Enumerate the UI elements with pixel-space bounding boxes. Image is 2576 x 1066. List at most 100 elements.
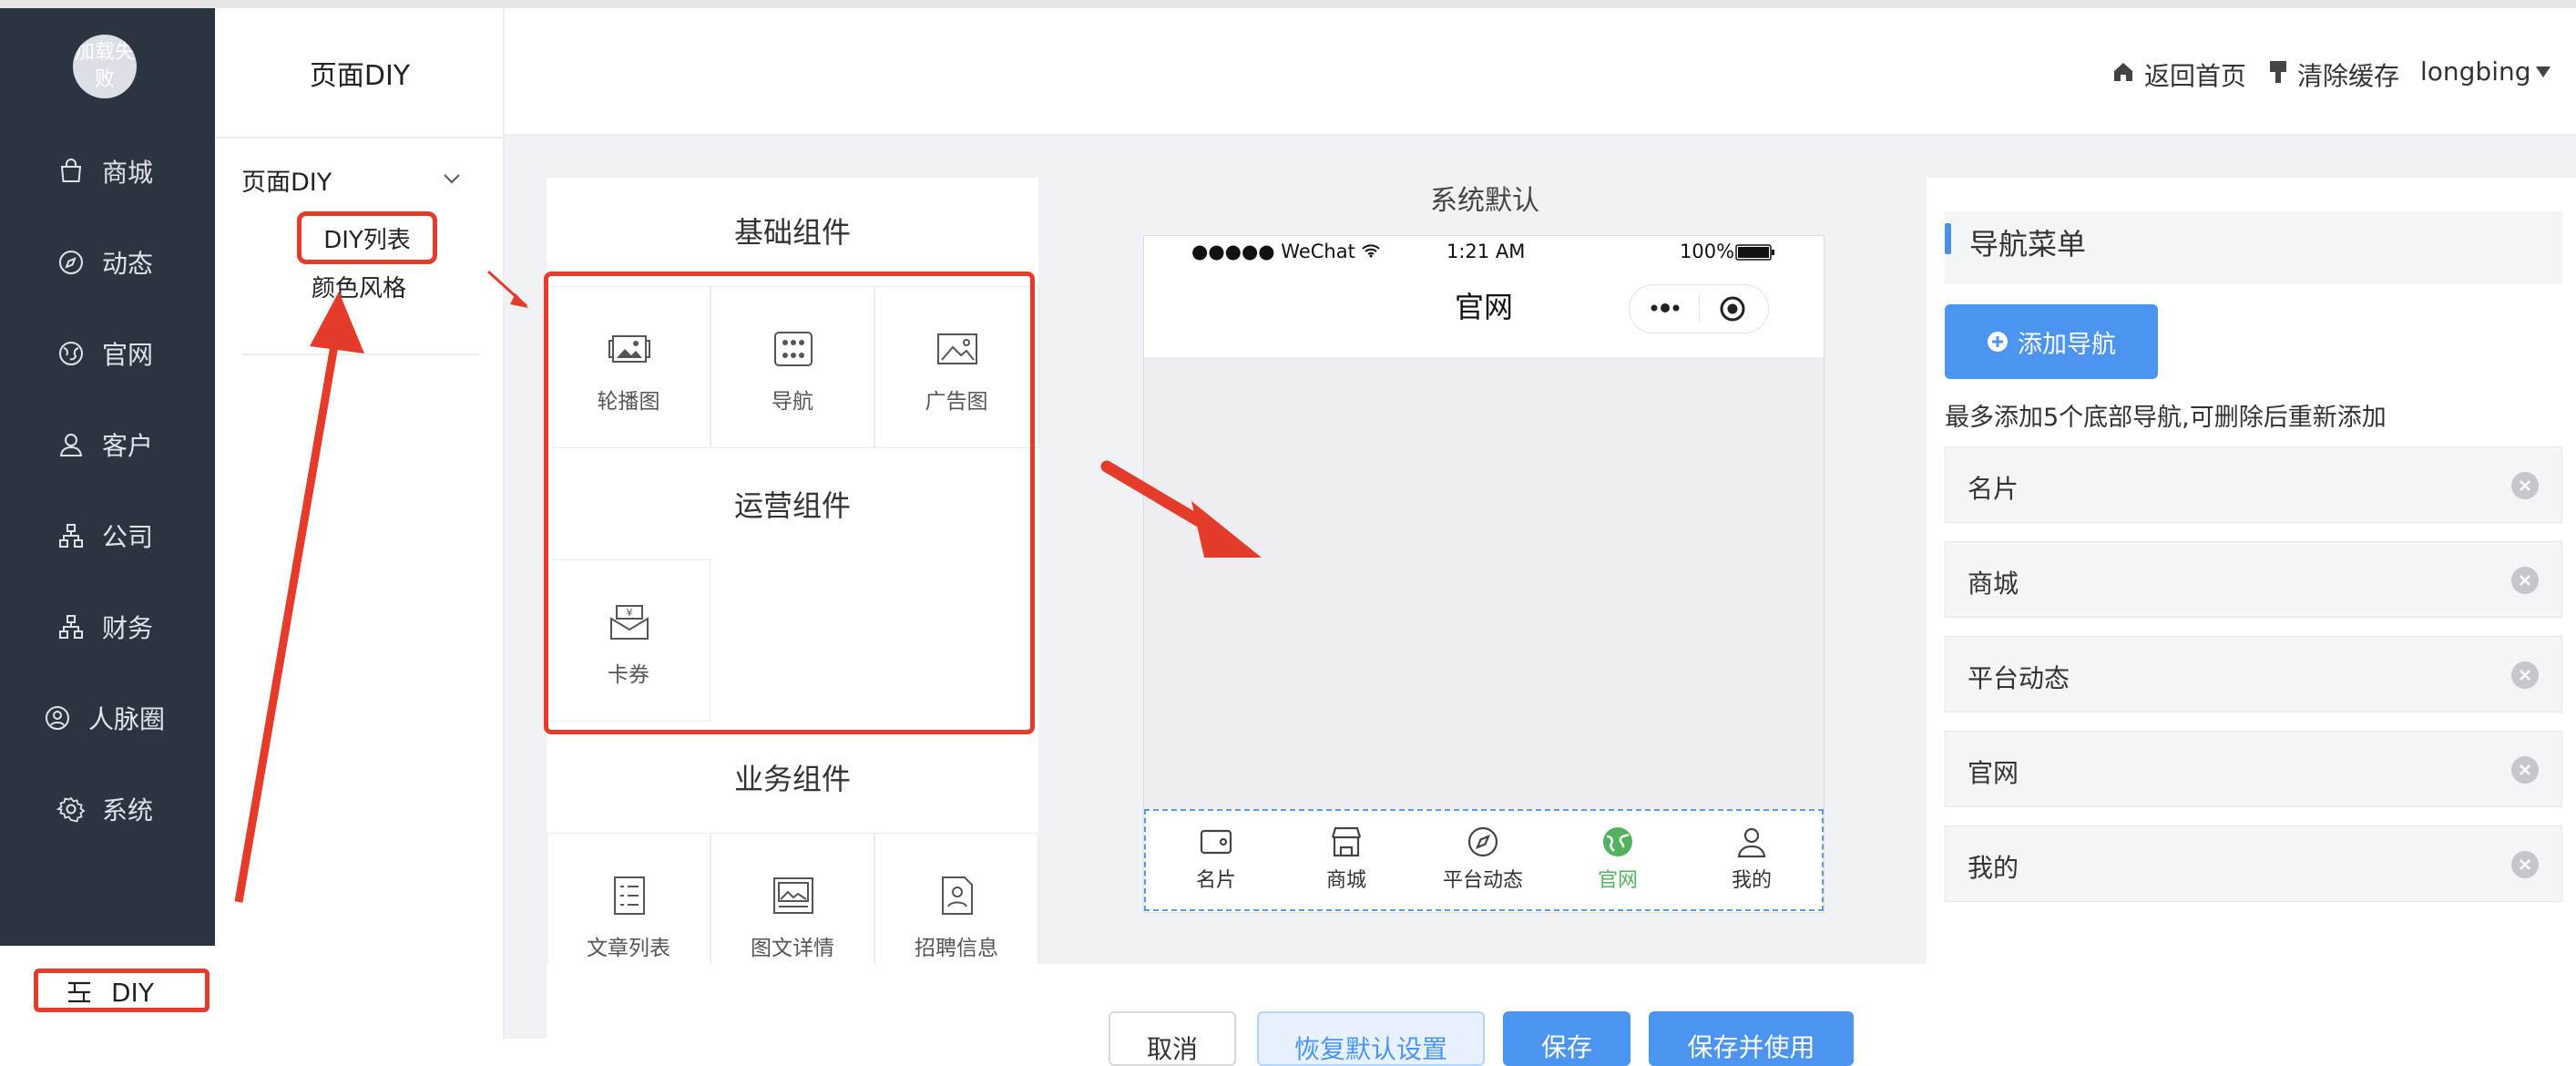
annotation-highlight-box (544, 272, 1035, 734)
card-icon (1200, 829, 1232, 855)
sidebar-item-network[interactable]: 人脉圈 (0, 691, 215, 745)
cancel-button[interactable]: 取消 (1109, 1011, 1236, 1066)
preview-canvas[interactable] (1144, 357, 1824, 809)
nav-item-label: 商城 (1968, 569, 2019, 599)
shopping-bag-icon (60, 159, 82, 182)
back-home-link[interactable]: 返回首页 (2144, 56, 2246, 93)
save-and-use-button[interactable]: 保存并使用 (1649, 1011, 1854, 1066)
avatar[interactable]: 加载失败 (73, 35, 137, 98)
caret-down-icon[interactable] (2535, 66, 2551, 78)
sidebar-item-label: 财务 (102, 613, 154, 643)
sidebar-item-label: 系统 (102, 795, 154, 825)
capsule-divider (1699, 295, 1700, 323)
preview-tab-mine[interactable]: 我的 (1692, 824, 1811, 893)
sidebar-item-company[interactable]: 公司 (0, 508, 215, 563)
nav-item-row[interactable]: 名片 (1945, 446, 2562, 523)
preview-tab-website[interactable]: 官网 (1559, 824, 1677, 893)
clear-cache-link[interactable]: 清除缓存 (2297, 56, 2399, 93)
sidebar-item-system[interactable]: 系统 (0, 782, 215, 836)
avatar-alt-text: 加载失败 (74, 41, 135, 91)
close-circle-icon[interactable] (2510, 471, 2540, 500)
store-icon (1331, 826, 1362, 857)
menu-group-title[interactable]: 页面DIY (241, 162, 332, 198)
nav-item-row[interactable]: 平台动态 (1945, 636, 2562, 712)
top-header (505, 8, 2576, 136)
title-accent-bar (1945, 223, 1951, 254)
nav-item-label: 名片 (1968, 474, 2019, 504)
username-dropdown[interactable]: longbing (2420, 56, 2531, 87)
top-border (0, 0, 2576, 8)
status-battery-text: 100% (1680, 241, 1735, 262)
gear-icon (56, 796, 86, 823)
recruit-icon (942, 876, 973, 915)
nav-item-row[interactable]: 我的 (1945, 825, 2562, 902)
submenu-item-diy-list[interactable]: DIY列表 (297, 211, 437, 264)
globe-icon (1603, 827, 1632, 856)
user-icon (59, 434, 83, 456)
component-label: 文章列表 (587, 937, 670, 960)
close-target-icon[interactable] (1718, 294, 1747, 323)
sidebar-item-mall[interactable]: 商城 (0, 144, 215, 199)
nav-item-row[interactable]: 商城 (1945, 541, 2562, 618)
close-circle-icon[interactable] (2510, 755, 2540, 784)
tab-label: 我的 (1731, 869, 1772, 892)
sidebar-item-label: 人脉圈 (88, 704, 166, 734)
home-icon[interactable] (2111, 59, 2135, 83)
more-dots-icon[interactable] (1647, 299, 1683, 317)
diy-menu-icon (68, 981, 90, 1003)
compass-icon (59, 251, 83, 274)
sidebar-item-news[interactable]: 动态 (0, 235, 215, 290)
preview-tab-mall[interactable]: 商城 (1287, 824, 1406, 893)
sidebar-item-diy[interactable]: DIY (34, 969, 210, 1012)
compass-icon (1467, 826, 1498, 857)
sidebar-item-label: 官网 (102, 340, 154, 370)
user-icon (1737, 827, 1766, 858)
add-nav-button[interactable]: 添加导航 (1945, 304, 2158, 379)
nav-item-label: 官网 (1968, 758, 2019, 788)
sidebar-item-label: DIY (111, 978, 154, 1008)
tab-label: 商城 (1325, 869, 1366, 892)
tab-label: 官网 (1597, 869, 1638, 892)
nav-limit-hint: 最多添加5个底部导航,可删除后重新添加 (1945, 404, 2387, 432)
divider (215, 137, 505, 138)
close-circle-icon[interactable] (2510, 850, 2540, 879)
status-time: 1:21 AM (1446, 241, 1526, 262)
battery-icon (1735, 244, 1774, 261)
close-circle-icon[interactable] (2510, 661, 2540, 690)
submenu-item-color-style[interactable]: 颜色风格 (312, 270, 406, 303)
nav-menu-title: 导航菜单 (1969, 227, 2087, 261)
sidebar-item-label: 动态 (102, 249, 154, 279)
divider (241, 354, 478, 355)
sub-sidebar-title: 页面DIY (309, 60, 411, 92)
tab-label: 平台动态 (1442, 869, 1523, 892)
sidebar-item-website[interactable]: 官网 (0, 326, 215, 381)
article-list-icon (614, 876, 645, 915)
close-circle-icon[interactable] (2510, 566, 2540, 595)
nav-item-label: 我的 (1968, 853, 2019, 883)
preview-tab-card[interactable]: 名片 (1157, 824, 1275, 893)
chevron-down-icon[interactable] (441, 168, 463, 190)
preview-tab-platform-news[interactable]: 平台动态 (1424, 824, 1542, 893)
status-carrier-text: ●●●●● WeChat (1191, 241, 1355, 262)
status-carrier: ●●●●● WeChat (1191, 241, 1380, 262)
tab-label: 名片 (1195, 869, 1236, 892)
sidebar-item-label: 商城 (102, 158, 154, 188)
org-chart-icon (59, 615, 83, 639)
nav-item-label: 平台动态 (1968, 663, 2070, 693)
plus-circle-icon (1988, 332, 2008, 352)
sidebar-item-customer[interactable]: 客户 (0, 417, 215, 472)
component-label: 招聘信息 (915, 937, 998, 960)
brush-icon[interactable] (2268, 59, 2288, 85)
restore-default-button[interactable]: 恢复默认设置 (1257, 1011, 1485, 1066)
wifi-icon (1361, 244, 1380, 258)
add-nav-label: 添加导航 (2018, 330, 2116, 359)
user-circle-icon (46, 706, 69, 730)
image-text-icon (773, 877, 813, 914)
preview-title: 系统默认 (1430, 185, 1539, 217)
save-button[interactable]: 保存 (1503, 1011, 1630, 1066)
nav-item-row[interactable]: 官网 (1945, 731, 2562, 807)
section-title-basic: 基础组件 (733, 215, 851, 250)
sidebar-item-label: 公司 (102, 522, 154, 552)
component-label: 图文详情 (751, 937, 834, 960)
sidebar-item-finance[interactable]: 财务 (0, 600, 215, 654)
